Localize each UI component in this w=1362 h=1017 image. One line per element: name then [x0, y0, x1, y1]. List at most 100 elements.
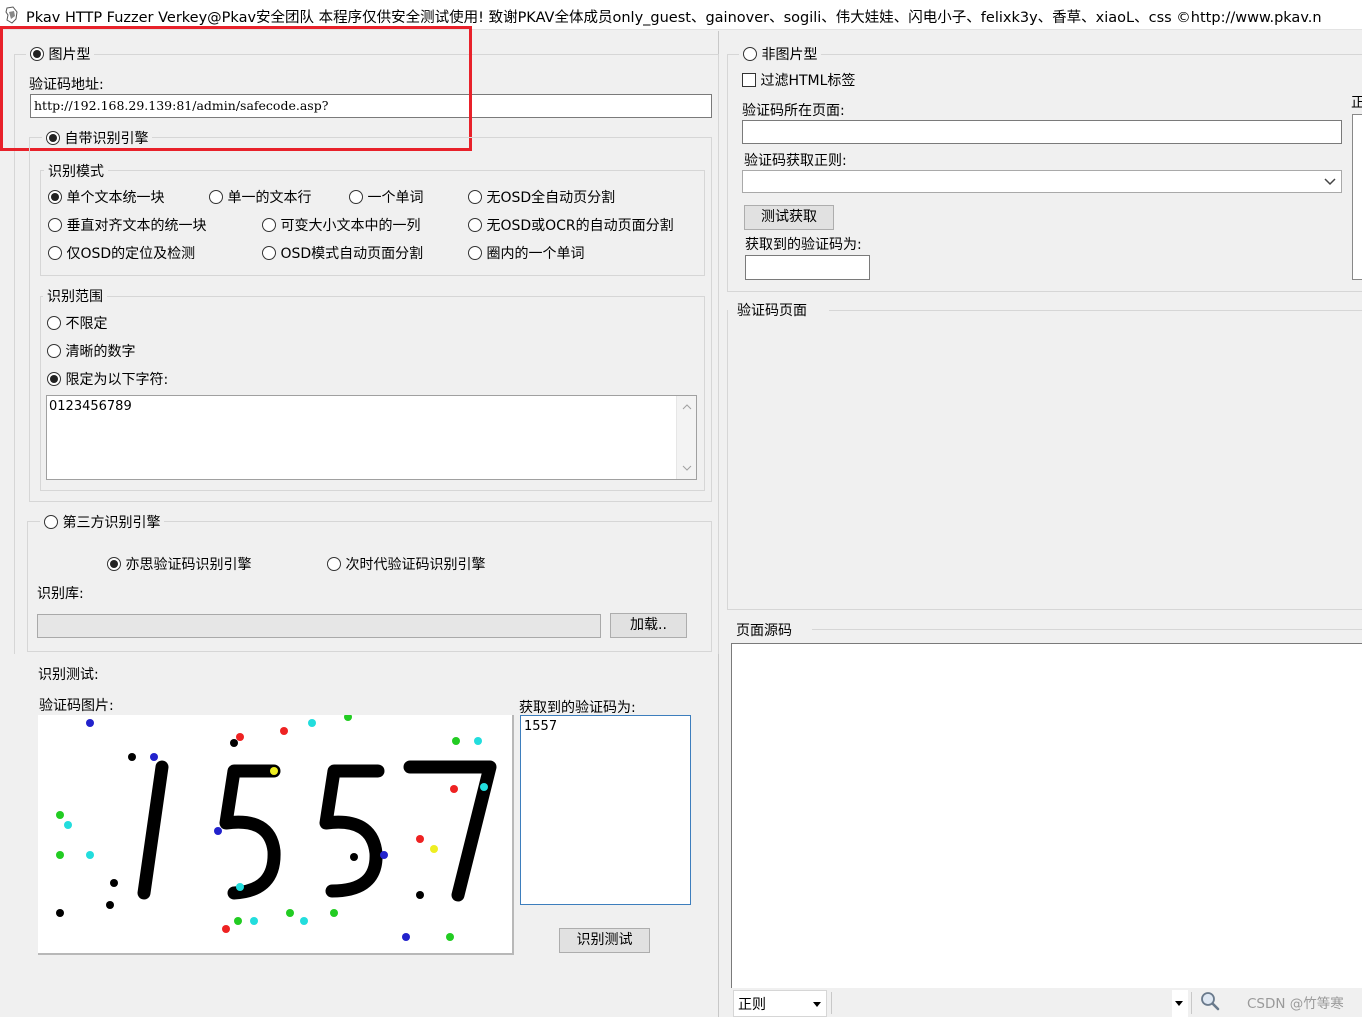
range-option-1[interactable]: 清晰的数字 [47, 341, 135, 361]
radio-dot [349, 190, 363, 204]
radio-dot [47, 316, 61, 330]
scroll-up-icon [682, 404, 692, 410]
range-option-label: 清晰的数字 [65, 344, 136, 360]
search-icon[interactable] [1199, 990, 1221, 1012]
range-option-label: 不限定 [65, 316, 108, 332]
captcha-page-legend: 验证码页面 [733, 300, 811, 320]
captcha-char-5b [319, 764, 385, 898]
captcha-noise [56, 713, 497, 941]
captcha-page-group [727, 310, 1362, 610]
mode-option-label: 无OSD全自动页分割 [486, 190, 616, 206]
builtin-engine-label: 自带识别引擎 [64, 131, 149, 147]
mode-option-label: 仅OSD的定位及检测 [66, 246, 196, 262]
fetch-test-button[interactable]: 测试获取 [744, 205, 834, 230]
mode-option-8[interactable]: OSD模式自动页面分割 [262, 243, 423, 263]
mode-option-label: 垂直对齐文本的统一块 [66, 218, 207, 234]
library-label: 识别库: [37, 586, 84, 602]
radio-dot [468, 218, 482, 232]
check-box [742, 73, 756, 87]
radio-dot [48, 190, 62, 204]
mode-option-6[interactable]: 无OSD或OCR的自动页面分割 [468, 215, 674, 235]
mode-option-7[interactable]: 仅OSD的定位及检测 [48, 243, 195, 263]
test-legend: 识别测试: [38, 667, 99, 683]
third-engine-option-0[interactable]: 亦思验证码识别引擎 [107, 554, 251, 574]
mode-option-5[interactable]: 可变大小文本中的一列 [262, 215, 420, 235]
toolbar-separator [1191, 992, 1192, 1014]
range-option-0[interactable]: 不限定 [47, 313, 107, 333]
radio-dot [107, 557, 121, 571]
edge-tab-label: 正 [1351, 95, 1362, 111]
mode-legend: 识别模式 [44, 161, 108, 181]
mode-option-label: OSD模式自动页面分割 [280, 246, 424, 262]
page-source-textarea[interactable] [731, 643, 1362, 988]
captcha-dots [56, 713, 488, 941]
search-dropdown[interactable] [1172, 990, 1188, 1017]
range-option-label: 限定为以下字符: [65, 372, 169, 388]
mode-option-3[interactable]: 无OSD全自动页分割 [468, 187, 615, 207]
builtin-engine-radio[interactable]: 自带识别引擎 [42, 128, 153, 148]
load-button[interactable]: 加载.. [610, 613, 687, 638]
source-legend: 页面源码 [732, 620, 796, 640]
captcha-char-1 [137, 760, 169, 900]
builtin-engine-radio-dot [46, 131, 60, 145]
captcha-char-7 [403, 760, 497, 902]
page-url-input[interactable] [742, 120, 1342, 144]
regex-select[interactable] [742, 170, 1342, 193]
toolbar-separator [831, 992, 832, 1014]
radio-dot [44, 515, 58, 529]
library-path-input[interactable] [37, 614, 601, 638]
window-title: Pkav HTTP Fuzzer Verkey@Pkav安全团队 本程序仅供安全… [26, 10, 1322, 26]
mode-option-label: 单个文本统一块 [66, 190, 165, 206]
result-value: 1557 [524, 719, 558, 734]
mode-option-label: 无OSD或OCR的自动页面分割 [486, 218, 674, 234]
filter-html-checkbox[interactable]: 过滤HTML标签 [742, 70, 855, 90]
radio-dot [209, 190, 223, 204]
mode-option-9[interactable]: 圈内的一个单词 [468, 243, 584, 263]
radio-dot [48, 218, 62, 232]
watermark: CSDN @竹等寒 [1247, 996, 1344, 1012]
third-party-label: 第三方识别引擎 [62, 515, 161, 531]
fetched-value-input[interactable] [745, 255, 870, 280]
radio-dot [47, 344, 61, 358]
radio-dot [262, 246, 276, 260]
mode-option-label: 可变大小文本中的一列 [280, 218, 421, 234]
third-engine-label: 亦思验证码识别引擎 [125, 557, 252, 573]
mode-option-label: 一个单词 [367, 190, 424, 206]
result-textbox[interactable]: 1557 [520, 715, 691, 905]
radio-dot [743, 47, 757, 61]
range-option-2[interactable]: 限定为以下字符: [47, 369, 168, 389]
mode-option-0[interactable]: 单个文本统一块 [48, 187, 164, 207]
regex-mode-dropdown[interactable]: 正则 [733, 990, 827, 1017]
result-label: 获取到的验证码为: [519, 700, 636, 716]
third-party-radio[interactable]: 第三方识别引擎 [40, 512, 165, 532]
scroll-down-icon [682, 465, 692, 471]
radio-dot [262, 218, 276, 232]
source-divider [812, 629, 1362, 630]
dropdown-arrow-icon [813, 1002, 821, 1007]
regex-label: 验证码获取正则: [744, 153, 847, 169]
chevron-down-icon [1324, 178, 1336, 186]
mode-option-label: 圈内的一个单词 [486, 246, 585, 262]
filter-html-label: 过滤HTML标签 [760, 73, 856, 89]
captcha-image-label: 验证码图片: [39, 698, 114, 714]
regex-mode-label: 正则 [738, 997, 766, 1013]
non-image-radio[interactable]: 非图片型 [739, 44, 822, 64]
dropdown-arrow-icon [1175, 1001, 1183, 1006]
recognition-test-button[interactable]: 识别测试 [559, 928, 650, 953]
captcha-char-5a [219, 764, 281, 900]
page-label: 验证码所在页面: [742, 103, 845, 119]
textarea-scrollbar[interactable] [676, 396, 696, 479]
third-engine-label: 次时代验证码识别引擎 [345, 557, 486, 573]
app-icon [5, 6, 18, 24]
range-chars-textarea[interactable]: 0123456789 [46, 395, 697, 480]
range-legend: 识别范围 [43, 286, 107, 306]
mode-option-2[interactable]: 一个单词 [349, 187, 423, 207]
mode-option-4[interactable]: 垂直对齐文本的统一块 [48, 215, 206, 235]
edge-panel [1352, 114, 1362, 280]
radio-dot [47, 372, 61, 386]
non-image-label: 非图片型 [761, 47, 818, 63]
third-engine-option-1[interactable]: 次时代验证码识别引擎 [327, 554, 485, 574]
fetched-label: 获取到的验证码为: [745, 237, 862, 253]
mode-option-1[interactable]: 单一的文本行 [209, 187, 311, 207]
radio-dot [468, 190, 482, 204]
